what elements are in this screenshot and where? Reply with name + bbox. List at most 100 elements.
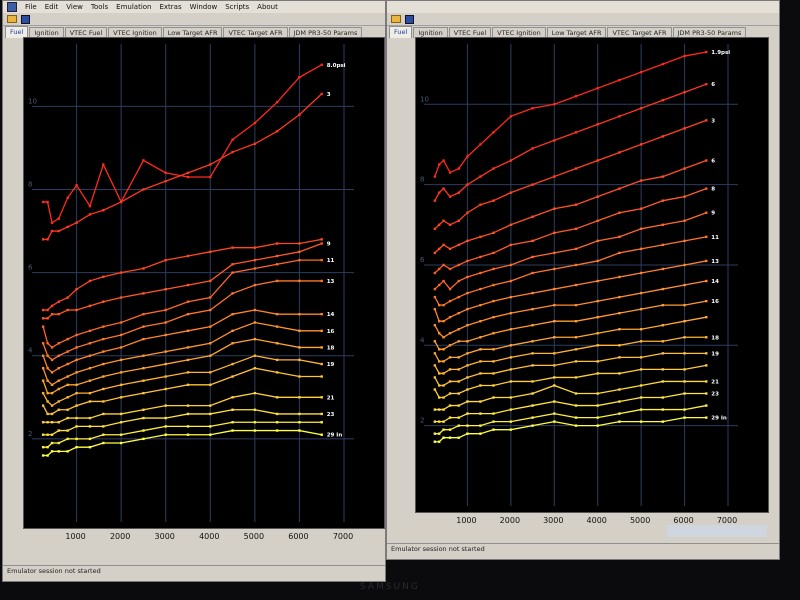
data-point — [46, 308, 49, 312]
data-point — [57, 379, 60, 382]
data-point — [442, 320, 445, 323]
data-point — [509, 243, 513, 247]
data-point — [186, 346, 190, 349]
data-point — [531, 424, 534, 427]
tab-fuel-right[interactable]: Fuel — [389, 26, 413, 38]
data-point — [41, 391, 45, 395]
data-point — [75, 391, 78, 395]
data-point — [438, 320, 441, 323]
data-point — [479, 384, 482, 387]
data-point — [683, 263, 686, 267]
data-point — [102, 400, 105, 403]
menu-extras[interactable]: Extras — [159, 3, 181, 11]
data-point — [57, 217, 60, 220]
data-point — [705, 416, 708, 419]
data-point — [531, 291, 534, 295]
data-point — [457, 311, 460, 315]
data-point — [50, 421, 54, 424]
data-point — [531, 364, 534, 367]
menu-tools[interactable]: Tools — [91, 3, 108, 11]
data-point — [639, 107, 643, 110]
data-point — [298, 329, 301, 332]
data-point — [298, 375, 301, 378]
data-point — [553, 364, 556, 367]
data-point — [209, 325, 212, 328]
series-label: 13 — [327, 279, 335, 285]
save-button[interactable] — [20, 14, 30, 24]
menu-emulation[interactable]: Emulation — [116, 3, 151, 11]
menu-about[interactable]: About — [257, 3, 278, 11]
fuel-map-plot-left[interactable]: 2 4 6 8 10 8.0psi 3 9 11 13 14 16 18 19 21 23 29 In — [23, 37, 385, 529]
data-point — [433, 376, 437, 379]
series-label: 13 — [711, 259, 719, 265]
data-point — [433, 420, 437, 423]
open-button[interactable] — [7, 15, 17, 24]
data-point — [275, 396, 279, 399]
open-button-right[interactable] — [391, 15, 401, 24]
data-point — [46, 421, 49, 424]
series-line — [434, 380, 707, 411]
data-point — [457, 340, 460, 343]
data-point — [639, 179, 643, 182]
data-point — [492, 283, 495, 287]
data-point — [683, 283, 686, 287]
data-point — [683, 336, 686, 339]
data-point — [457, 392, 460, 395]
x-tick-label: 3000 — [543, 516, 563, 525]
data-point — [57, 429, 60, 432]
menu-window[interactable]: Window — [190, 3, 218, 11]
data-point — [683, 392, 686, 395]
data-point — [639, 396, 643, 399]
data-point — [102, 425, 105, 428]
data-point — [596, 360, 599, 363]
app-icon[interactable] — [7, 2, 17, 12]
data-point — [492, 372, 495, 375]
data-point — [457, 404, 460, 407]
data-point — [574, 348, 578, 351]
data-point — [209, 163, 212, 166]
series-label: 16 — [327, 329, 335, 335]
data-point — [618, 78, 621, 82]
data-point — [253, 421, 257, 424]
save-button-right[interactable] — [404, 14, 414, 24]
menu-scripts[interactable]: Scripts — [225, 3, 249, 11]
data-point — [57, 312, 60, 316]
data-point — [466, 291, 469, 295]
data-point — [442, 436, 445, 439]
x-tick-label: 6000 — [288, 532, 308, 541]
data-point — [492, 251, 495, 255]
y-tick-label: 10 — [28, 97, 37, 105]
save-disk-icon — [20, 14, 30, 24]
x-tick-label: 7000 — [333, 532, 353, 541]
y-tick-label: 4 — [420, 336, 425, 344]
menu-view[interactable]: View — [66, 3, 83, 11]
data-point — [639, 408, 643, 411]
data-point — [661, 287, 665, 291]
data-point — [509, 356, 513, 359]
data-point — [492, 315, 495, 319]
data-point — [186, 433, 190, 436]
data-point — [231, 375, 234, 378]
data-point — [88, 367, 92, 370]
data-point — [57, 342, 60, 345]
data-point — [57, 400, 60, 403]
data-point — [275, 130, 279, 133]
data-point — [46, 317, 49, 320]
data-point — [457, 436, 460, 439]
data-point — [433, 388, 437, 391]
data-point — [119, 296, 123, 299]
data-point — [50, 229, 54, 233]
fuel-map-plot-right[interactable]: 2 4 6 8 10 1.9psi 6 3 6 8 9 11 13 14 16 18 19 21 23 29 In — [415, 37, 769, 513]
data-point — [466, 352, 469, 355]
menu-edit[interactable]: Edit — [45, 3, 59, 11]
data-point — [442, 187, 445, 190]
data-point — [50, 383, 54, 387]
data-point — [438, 303, 441, 307]
data-point — [438, 420, 441, 423]
menu-file[interactable]: File — [25, 3, 37, 11]
data-point — [596, 259, 599, 263]
data-point — [75, 358, 78, 362]
data-point — [618, 328, 621, 331]
data-point — [574, 404, 578, 407]
data-point — [275, 325, 279, 328]
